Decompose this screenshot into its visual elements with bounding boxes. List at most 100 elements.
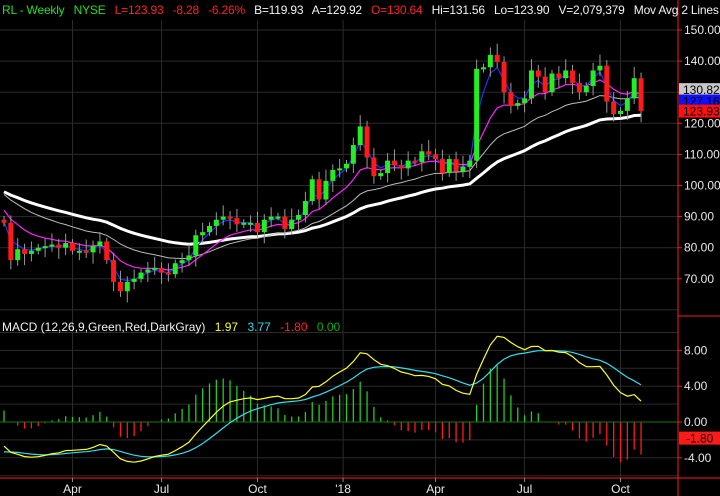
candle-body — [522, 98, 528, 104]
candle-body — [165, 272, 171, 275]
candle — [289, 208, 295, 235]
candle-body — [350, 145, 356, 164]
quote-header: RL - Weekly NYSE L=123.93 -8.28 -6.26% B… — [2, 3, 720, 17]
candle — [49, 233, 55, 252]
candle — [22, 243, 28, 266]
candle-body — [323, 180, 329, 200]
candle-body — [453, 159, 459, 172]
candle-body — [213, 219, 219, 226]
candle-body — [624, 98, 630, 111]
last-price: L=123.93 — [114, 3, 164, 17]
candle-body — [90, 246, 96, 253]
candle-body — [433, 154, 439, 160]
candle-body — [172, 263, 178, 275]
candle-body — [193, 235, 199, 256]
candle-body — [15, 249, 21, 261]
candle — [159, 262, 165, 284]
candle-body — [385, 160, 391, 174]
candle-body — [42, 246, 48, 249]
candle-body — [508, 92, 514, 106]
candle-body — [8, 222, 14, 261]
price-tick-label: 150.00 — [684, 23, 720, 37]
candle-body — [159, 267, 165, 273]
candle — [213, 212, 219, 236]
candle-body — [145, 269, 151, 273]
macd-line — [3, 335, 642, 463]
macd-tag-label: -1.80 — [686, 432, 714, 446]
candle-body — [631, 78, 637, 99]
candle-body — [570, 70, 576, 83]
histogram-value: -1.80 — [280, 320, 308, 334]
candle-body — [117, 281, 123, 292]
candle-body — [186, 255, 192, 261]
candle — [542, 67, 548, 100]
candle — [364, 120, 370, 169]
candle-body — [275, 216, 281, 219]
candle-body — [597, 65, 603, 71]
candle-body — [344, 163, 349, 169]
candle-body — [528, 70, 534, 99]
candle-body — [474, 68, 480, 161]
candle — [111, 252, 117, 292]
candle-body — [563, 70, 569, 79]
price-tag-label: 123.93 — [683, 105, 720, 119]
volume: V=2,079,379 — [558, 3, 625, 17]
candle-body — [261, 219, 267, 233]
study-label[interactable]: Mov Avg 2 Lines (Clo ... — [634, 3, 720, 17]
candle — [528, 59, 534, 105]
candle — [15, 238, 21, 266]
candle-body — [412, 160, 418, 163]
candle-body — [405, 160, 411, 169]
candle — [371, 148, 377, 184]
candle — [261, 214, 267, 244]
price-tick-label: 140.00 — [684, 54, 720, 68]
candle-body — [248, 222, 254, 225]
candle-body — [378, 173, 384, 177]
candle-body — [364, 126, 370, 158]
candle-body — [179, 260, 185, 264]
candle-body — [638, 78, 644, 112]
candle-body — [28, 250, 34, 254]
candle — [385, 153, 391, 183]
candle-body — [268, 216, 274, 220]
time-tick-label: '18 — [335, 482, 351, 496]
candle-body — [576, 82, 582, 93]
candle — [398, 159, 404, 180]
candle — [56, 238, 62, 259]
exchange-label: NYSE — [73, 3, 106, 17]
candle-body — [398, 165, 404, 169]
candle — [254, 211, 260, 238]
candle-body — [316, 179, 322, 200]
macd-header: MACD (12,26,9,Green,Red,DarkGray) 1.97 3… — [2, 320, 346, 334]
candle-body — [487, 54, 493, 68]
candle-body — [371, 157, 377, 177]
time-tick-label: Oct — [248, 482, 267, 496]
candle-body — [241, 222, 247, 225]
candle-body — [549, 73, 555, 93]
candle-body — [49, 244, 55, 247]
candle — [97, 232, 103, 254]
candle — [515, 99, 521, 110]
candle — [405, 151, 411, 176]
candle-body — [131, 278, 137, 282]
macd-study-label[interactable]: MACD (12,26,9,Green,Red,DarkGray) — [2, 320, 205, 334]
candle — [63, 233, 69, 256]
candle-body — [419, 151, 425, 163]
candle — [200, 222, 206, 243]
candle-body — [104, 241, 110, 261]
candle — [590, 62, 596, 96]
high-price: Hi=131.56 — [431, 3, 485, 17]
candle — [446, 155, 452, 177]
candle-body — [227, 216, 233, 219]
candle — [501, 56, 507, 104]
price-tick-label: 110.00 — [684, 147, 720, 161]
candle-body — [446, 159, 452, 174]
candle-body — [124, 281, 130, 292]
candle — [83, 239, 89, 258]
candle-body — [22, 249, 28, 254]
candle — [618, 107, 623, 118]
candle — [179, 252, 185, 273]
candle-body — [481, 67, 486, 70]
candle — [494, 43, 500, 68]
candle-body — [56, 244, 62, 248]
